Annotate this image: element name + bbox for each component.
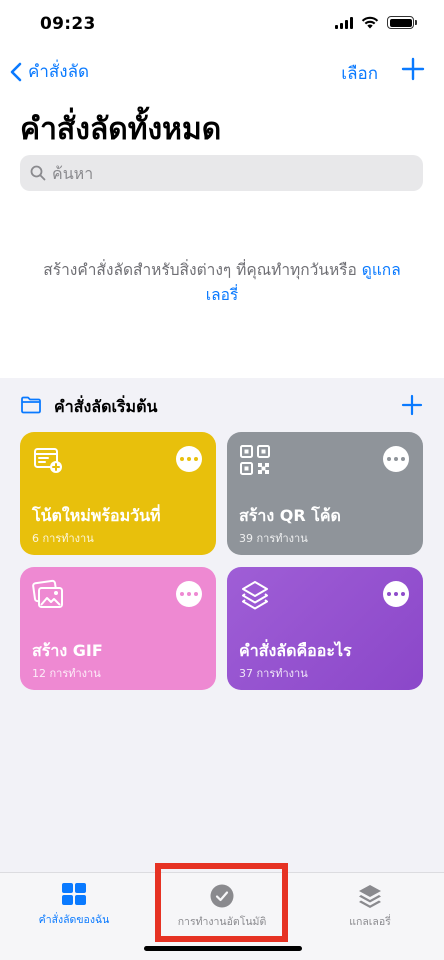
tab-label: คำสั่งลัดของฉัน: [38, 914, 110, 926]
note-add-icon: [34, 448, 62, 473]
tile-title: สร้าง QR โค้ด: [239, 506, 341, 525]
section-title: คำสั่งลัดเริ่มต้น: [54, 397, 158, 416]
back-button[interactable]: คำสั่งลัด: [10, 58, 89, 85]
status-icons: [335, 16, 417, 29]
section-header: คำสั่งลัดเริ่มต้น: [20, 393, 424, 419]
battery-icon: [387, 16, 417, 29]
folder-icon: [21, 396, 41, 414]
tile-title: คำสั่งลัดคืออะไร: [239, 641, 352, 660]
search-bar[interactable]: [20, 155, 423, 191]
layers-icon: [242, 581, 268, 610]
add-shortcut-button[interactable]: [400, 56, 426, 82]
empty-state-text: สร้างคำสั่งลัดสำหรับสิ่งต่างๆ ที่คุณทำทุ…: [36, 258, 408, 308]
status-bar: 09:23: [0, 0, 444, 50]
shortcut-tile-make-gif[interactable]: สร้าง GIF 12 การทำงาน: [20, 567, 216, 690]
photos-icon: [32, 579, 63, 608]
cellular-signal-icon: [335, 16, 353, 29]
stack-icon: [359, 885, 381, 908]
more-options-button[interactable]: [176, 446, 202, 472]
search-icon: [30, 165, 46, 181]
qr-code-icon: [240, 445, 270, 475]
chevron-left-icon: [10, 62, 22, 81]
highlight-annotation-box: [155, 863, 288, 942]
grid-icon: [62, 883, 86, 905]
back-label: คำสั่งลัด: [28, 62, 90, 82]
tile-action-count: 37 การทำงาน: [239, 667, 308, 680]
shortcut-tile-qr-code[interactable]: สร้าง QR โค้ด 39 การทำงาน: [227, 432, 423, 555]
tile-action-count: 12 การทำงาน: [32, 667, 101, 680]
tile-action-count: 6 การทำงาน: [32, 532, 94, 545]
search-input[interactable]: [52, 163, 392, 183]
shortcut-tile-new-note[interactable]: โน้ตใหม่พร้อมวันที่ 6 การทำงาน: [20, 432, 216, 555]
more-options-button[interactable]: [383, 446, 409, 472]
more-options-button[interactable]: [383, 581, 409, 607]
home-indicator: [144, 946, 302, 951]
tab-label: แกลเลอรี่: [349, 916, 391, 928]
select-button[interactable]: เลือก: [341, 60, 378, 87]
more-options-button[interactable]: [176, 581, 202, 607]
tile-title: โน้ตใหม่พร้อมวันที่: [32, 506, 161, 525]
tile-title: สร้าง GIF: [32, 641, 103, 660]
wifi-icon: [361, 16, 379, 29]
page-title: คำสั่งลัดทั้งหมด: [20, 112, 222, 147]
tab-gallery[interactable]: แกลเลอรี่: [296, 883, 444, 930]
status-time: 09:23: [40, 14, 96, 34]
add-to-folder-button[interactable]: [400, 393, 424, 417]
tile-action-count: 39 การทำงาน: [239, 532, 308, 545]
navigation-bar: คำสั่งลัด เลือก: [0, 54, 444, 90]
empty-state-message: สร้างคำสั่งลัดสำหรับสิ่งต่างๆ ที่คุณทำทุ…: [43, 261, 362, 279]
shortcut-tile-what-is-shortcut[interactable]: คำสั่งลัดคืออะไร 37 การทำงาน: [227, 567, 423, 690]
tab-my-shortcuts[interactable]: คำสั่งลัดของฉัน: [0, 883, 148, 928]
